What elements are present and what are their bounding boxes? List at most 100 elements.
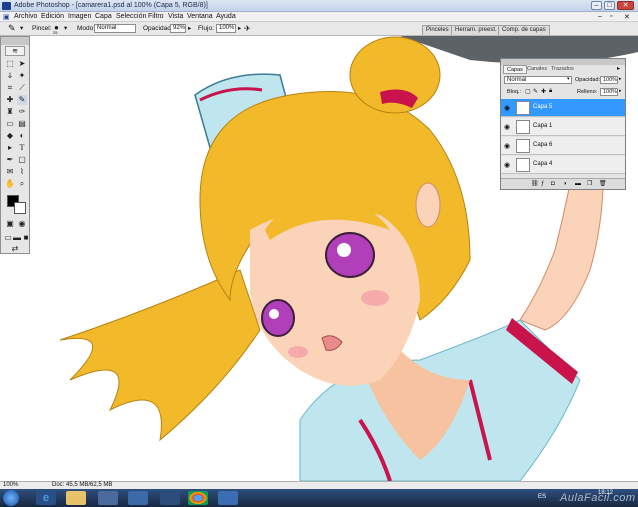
adjustment-layer-icon[interactable]: ◑ bbox=[563, 179, 567, 189]
eraser-icon[interactable]: ▭ bbox=[5, 119, 15, 129]
screen-mode-full-icon[interactable]: ■ bbox=[21, 233, 31, 243]
brush-chevron-icon[interactable]: ▾ bbox=[64, 24, 67, 33]
fill-field[interactable]: 100% bbox=[600, 88, 618, 96]
visibility-eye-icon[interactable]: ◉ bbox=[504, 161, 510, 169]
layer-row-capa-6[interactable]: ◉ Capa 6 bbox=[501, 137, 625, 155]
visibility-eye-icon[interactable]: ◉ bbox=[504, 123, 510, 131]
flow-chevron-icon[interactable]: ▸ bbox=[238, 24, 241, 33]
brush-icon[interactable]: ✎ bbox=[17, 95, 27, 105]
chrome-icon[interactable] bbox=[188, 491, 208, 505]
windows-taskbar: e ES AulaFacil.com 18:12 bbox=[0, 489, 638, 507]
app-icon[interactable] bbox=[218, 491, 238, 505]
panel-menu-icon[interactable]: ▸ bbox=[617, 65, 620, 72]
quick-mask-icon[interactable]: ◉ bbox=[17, 219, 27, 229]
start-button[interactable] bbox=[3, 490, 19, 506]
history-brush-icon[interactable]: ✑ bbox=[17, 107, 27, 117]
layer-row-capa-1[interactable]: ◉ Capa 1 bbox=[501, 118, 625, 136]
mode-select[interactable]: Normal bbox=[94, 24, 136, 33]
jump-to-imageready-icon[interactable]: ⇄ bbox=[10, 244, 20, 254]
gradient-icon[interactable]: ▤ bbox=[17, 119, 27, 129]
blend-mode-chevron-icon[interactable]: ▾ bbox=[567, 76, 570, 82]
tab-trazados[interactable]: Trazados bbox=[551, 66, 574, 72]
marquee-icon[interactable]: ⬚ bbox=[5, 59, 15, 69]
delete-layer-icon[interactable]: 🗑︎ bbox=[599, 179, 607, 189]
lock-transparent-icon[interactable]: ▢ bbox=[525, 88, 531, 95]
fill-chevron-icon[interactable]: ▸ bbox=[619, 88, 622, 94]
explorer-icon[interactable] bbox=[66, 491, 86, 505]
layer-row-capa-5[interactable]: ◉ Capa 5 bbox=[501, 99, 625, 117]
language-indicator[interactable]: ES bbox=[538, 494, 546, 500]
magic-wand-icon[interactable]: ✦ bbox=[17, 71, 27, 81]
lock-image-icon[interactable]: ✎ bbox=[533, 88, 538, 95]
close-button[interactable]: ✕ bbox=[617, 1, 634, 10]
tab-comp-capas[interactable]: Comp. de capas bbox=[498, 25, 550, 35]
menu-capa[interactable]: Capa bbox=[95, 13, 112, 20]
maximize-button[interactable]: □ bbox=[604, 1, 615, 10]
photoshop-taskbar-icon[interactable] bbox=[128, 491, 148, 505]
layer-mask-icon[interactable]: ◘ bbox=[551, 179, 555, 189]
menu-imagen[interactable]: Imagen bbox=[68, 13, 91, 20]
tab-pinceles-label: Pinceles bbox=[426, 27, 449, 33]
type-icon[interactable]: T bbox=[17, 143, 27, 153]
visibility-eye-icon[interactable]: ◉ bbox=[504, 104, 510, 112]
slice-icon[interactable]: ⟋ bbox=[17, 83, 27, 93]
shape-icon[interactable]: ▢ bbox=[17, 155, 27, 165]
menu-edicion[interactable]: Edición bbox=[41, 13, 64, 20]
menu-archivo[interactable]: Archivo bbox=[14, 13, 37, 20]
eyedropper-icon[interactable]: ⌇ bbox=[17, 167, 27, 177]
tab-pinceles[interactable]: Pinceles bbox=[422, 25, 453, 35]
zoom-level[interactable]: 100% bbox=[3, 482, 18, 488]
blend-mode-select[interactable]: Normal bbox=[504, 76, 572, 84]
minimize-button[interactable]: – bbox=[591, 1, 602, 10]
menu-filtro[interactable]: Filtro bbox=[148, 13, 164, 20]
clock-time[interactable]: 18:12 bbox=[598, 490, 613, 496]
airbrush-icon[interactable]: ✈ bbox=[244, 24, 251, 33]
menu-seleccion[interactable]: Selección bbox=[116, 13, 146, 20]
move-icon[interactable]: ➤ bbox=[17, 59, 27, 69]
link-layers-icon[interactable]: ⛓ bbox=[531, 179, 539, 189]
lock-position-icon[interactable]: ✚ bbox=[541, 88, 546, 95]
doc-restore-button[interactable]: ▫ bbox=[610, 13, 612, 20]
path-select-icon[interactable]: ▸ bbox=[5, 143, 15, 153]
notes-icon[interactable]: ✉ bbox=[5, 167, 15, 177]
dodge-icon[interactable]: ◐ bbox=[17, 131, 27, 141]
zoom-icon[interactable]: ⌕ bbox=[17, 179, 27, 189]
lasso-icon[interactable]: ↆ bbox=[5, 71, 15, 81]
tab-herram-preest[interactable]: Herram. preest. bbox=[451, 25, 501, 35]
brush-tool-icon[interactable]: ✎ bbox=[8, 24, 16, 33]
tool-preset-chevron-icon[interactable]: ▾ bbox=[20, 24, 23, 33]
crop-icon[interactable]: ⌗ bbox=[5, 83, 15, 93]
tools-handle[interactable] bbox=[1, 37, 29, 45]
doc-close-button[interactable]: ✕ bbox=[624, 13, 630, 21]
program-icon[interactable] bbox=[160, 491, 180, 505]
flow-field[interactable]: 100% bbox=[216, 24, 236, 33]
tab-capas[interactable]: Capas bbox=[503, 65, 527, 74]
opacity-chevron-icon[interactable]: ▸ bbox=[188, 24, 191, 33]
layer-opacity-chevron-icon[interactable]: ▸ bbox=[619, 76, 622, 82]
visibility-eye-icon[interactable]: ◉ bbox=[504, 142, 510, 150]
new-layer-icon[interactable]: ❐ bbox=[587, 179, 592, 189]
feather-icon[interactable]: ≋ bbox=[5, 46, 25, 56]
layer-opacity-field[interactable]: 100% bbox=[600, 76, 618, 84]
healing-icon[interactable]: ✚ bbox=[5, 95, 15, 105]
doc-icon[interactable]: ▣ bbox=[3, 13, 10, 21]
standard-mode-icon[interactable]: ▣ bbox=[5, 219, 15, 229]
pen-icon[interactable]: ✒ bbox=[5, 155, 15, 165]
doc-minimize-button[interactable]: – bbox=[598, 13, 602, 20]
lock-all-icon[interactable]: 🔒︎ bbox=[549, 88, 552, 95]
ie-icon[interactable]: e bbox=[36, 491, 56, 505]
media-player-icon[interactable] bbox=[98, 491, 118, 505]
blur-icon[interactable]: ◆ bbox=[5, 131, 15, 141]
menu-ayuda[interactable]: Ayuda bbox=[216, 13, 236, 20]
layer-row-capa-4[interactable]: ◉ Capa 4 bbox=[501, 156, 625, 174]
tab-canales[interactable]: Canales bbox=[527, 66, 547, 72]
hand-icon[interactable]: ✋ bbox=[5, 179, 15, 189]
menu-vista[interactable]: Vista bbox=[168, 13, 183, 20]
opacity-label: Opacidad: bbox=[143, 25, 173, 32]
opacity-field[interactable]: 92% bbox=[170, 24, 186, 33]
menu-ventana[interactable]: Ventana bbox=[187, 13, 213, 20]
new-group-icon[interactable]: ▬ bbox=[575, 179, 581, 189]
stamp-icon[interactable]: ♜ bbox=[5, 107, 15, 117]
layer-style-icon[interactable]: ƒ bbox=[541, 179, 544, 189]
background-color-swatch[interactable] bbox=[14, 202, 26, 214]
